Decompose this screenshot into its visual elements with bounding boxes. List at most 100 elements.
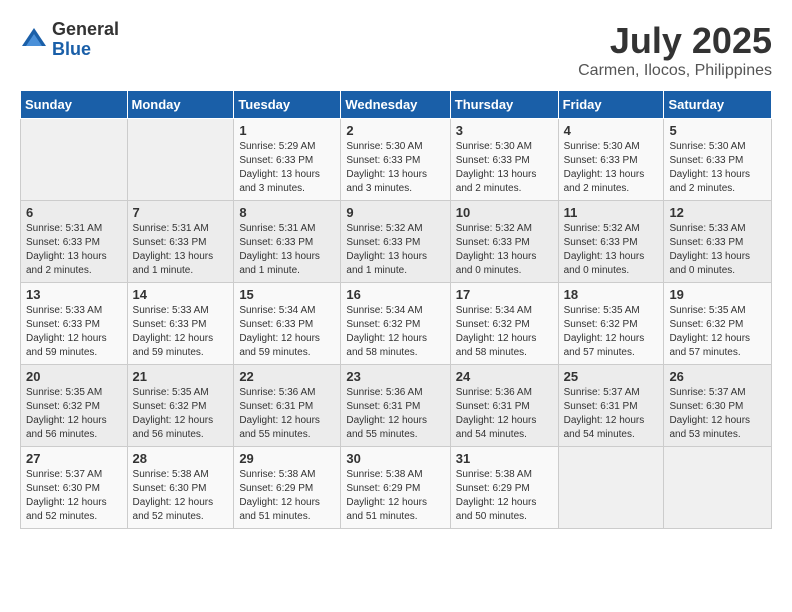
day-number: 26 [669, 369, 766, 384]
calendar-table: SundayMondayTuesdayWednesdayThursdayFrid… [20, 90, 772, 529]
day-number: 3 [456, 123, 553, 138]
calendar-cell: 12 Sunrise: 5:33 AM Sunset: 6:33 PM Dayli… [664, 201, 772, 283]
day-info: Sunrise: 5:30 AM Sunset: 6:33 PM Dayligh… [669, 140, 766, 196]
day-number: 25 [564, 369, 659, 384]
day-info: Sunrise: 5:32 AM Sunset: 6:33 PM Dayligh… [346, 222, 444, 278]
calendar-cell: 9 Sunrise: 5:32 AM Sunset: 6:33 PM Daylig… [341, 201, 450, 283]
calendar-cell: 3 Sunrise: 5:30 AM Sunset: 6:33 PM Daylig… [450, 119, 558, 201]
day-info: Sunrise: 5:34 AM Sunset: 6:32 PM Dayligh… [346, 304, 444, 360]
calendar-cell: 16 Sunrise: 5:34 AM Sunset: 6:32 PM Dayli… [341, 283, 450, 365]
day-info: Sunrise: 5:29 AM Sunset: 6:33 PM Dayligh… [239, 140, 335, 196]
day-number: 1 [239, 123, 335, 138]
day-info: Sunrise: 5:37 AM Sunset: 6:31 PM Dayligh… [564, 386, 659, 442]
calendar-cell: 28 Sunrise: 5:38 AM Sunset: 6:30 PM Dayli… [127, 447, 234, 529]
calendar-cell: 6Sunrise: 5:31 AM Sunset: 6:33 PM Daylig… [21, 201, 128, 283]
day-number: 19 [669, 287, 766, 302]
weekday-header: Friday [558, 91, 664, 119]
calendar-cell: 25 Sunrise: 5:37 AM Sunset: 6:31 PM Dayli… [558, 365, 664, 447]
day-number: 16 [346, 287, 444, 302]
calendar-cell: 17 Sunrise: 5:34 AM Sunset: 6:32 PM Dayli… [450, 283, 558, 365]
day-number: 18 [564, 287, 659, 302]
day-number: 21 [133, 369, 229, 384]
calendar-cell [21, 119, 128, 201]
day-info: Sunrise: 5:37 AM Sunset: 6:30 PM Dayligh… [669, 386, 766, 442]
logo-text: General Blue [52, 20, 119, 60]
calendar-cell: 2 Sunrise: 5:30 AM Sunset: 6:33 PM Daylig… [341, 119, 450, 201]
day-info: Sunrise: 5:32 AM Sunset: 6:33 PM Dayligh… [564, 222, 659, 278]
day-info: Sunrise: 5:35 AM Sunset: 6:32 PM Dayligh… [669, 304, 766, 360]
calendar-cell [127, 119, 234, 201]
day-info: Sunrise: 5:35 AM Sunset: 6:32 PM Dayligh… [564, 304, 659, 360]
calendar-cell: 11 Sunrise: 5:32 AM Sunset: 6:33 PM Dayli… [558, 201, 664, 283]
weekday-header: Monday [127, 91, 234, 119]
day-info: Sunrise: 5:38 AM Sunset: 6:29 PM Dayligh… [456, 468, 553, 524]
day-info: Sunrise: 5:34 AM Sunset: 6:33 PM Dayligh… [239, 304, 335, 360]
day-number: 10 [456, 205, 553, 220]
day-info: Sunrise: 5:30 AM Sunset: 6:33 PM Dayligh… [346, 140, 444, 196]
calendar-cell: 21Sunrise: 5:35 AM Sunset: 6:32 PM Dayli… [127, 365, 234, 447]
calendar-cell: 10Sunrise: 5:32 AM Sunset: 6:33 PM Dayli… [450, 201, 558, 283]
calendar-cell: 1 Sunrise: 5:29 AM Sunset: 6:33 PM Daylig… [234, 119, 341, 201]
day-number: 2 [346, 123, 444, 138]
calendar-cell: 5 Sunrise: 5:30 AM Sunset: 6:33 PM Daylig… [664, 119, 772, 201]
calendar-cell: 14 Sunrise: 5:33 AM Sunset: 6:33 PM Dayli… [127, 283, 234, 365]
calendar-week-row: 20Sunrise: 5:35 AM Sunset: 6:32 PM Dayli… [21, 365, 772, 447]
calendar-week-row: 27 Sunrise: 5:37 AM Sunset: 6:30 PM Dayli… [21, 447, 772, 529]
day-number: 15 [239, 287, 335, 302]
logo-icon [20, 26, 48, 54]
day-number: 28 [133, 451, 229, 466]
calendar-cell: 23 Sunrise: 5:36 AM Sunset: 6:31 PM Dayli… [341, 365, 450, 447]
page-header: General Blue July 2025 Carmen, Ilocos, P… [20, 20, 772, 80]
calendar-cell: 8Sunrise: 5:31 AM Sunset: 6:33 PM Daylig… [234, 201, 341, 283]
logo-blue: Blue [52, 40, 119, 60]
day-number: 8 [239, 205, 335, 220]
day-info: Sunrise: 5:34 AM Sunset: 6:32 PM Dayligh… [456, 304, 553, 360]
weekday-header: Tuesday [234, 91, 341, 119]
calendar-cell: 7 Sunrise: 5:31 AM Sunset: 6:33 PM Daylig… [127, 201, 234, 283]
day-number: 12 [669, 205, 766, 220]
day-info: Sunrise: 5:35 AM Sunset: 6:32 PM Dayligh… [26, 386, 122, 442]
calendar-cell [558, 447, 664, 529]
day-info: Sunrise: 5:30 AM Sunset: 6:33 PM Dayligh… [456, 140, 553, 196]
day-info: Sunrise: 5:31 AM Sunset: 6:33 PM Dayligh… [133, 222, 229, 278]
weekday-header: Thursday [450, 91, 558, 119]
title-block: July 2025 Carmen, Ilocos, Philippines [578, 20, 772, 80]
calendar-cell: 18 Sunrise: 5:35 AM Sunset: 6:32 PM Dayli… [558, 283, 664, 365]
day-number: 27 [26, 451, 122, 466]
day-info: Sunrise: 5:36 AM Sunset: 6:31 PM Dayligh… [346, 386, 444, 442]
weekday-header-row: SundayMondayTuesdayWednesdayThursdayFrid… [21, 91, 772, 119]
day-info: Sunrise: 5:36 AM Sunset: 6:31 PM Dayligh… [239, 386, 335, 442]
calendar-cell: 20Sunrise: 5:35 AM Sunset: 6:32 PM Dayli… [21, 365, 128, 447]
calendar-cell: 15 Sunrise: 5:34 AM Sunset: 6:33 PM Dayli… [234, 283, 341, 365]
day-number: 4 [564, 123, 659, 138]
day-info: Sunrise: 5:38 AM Sunset: 6:29 PM Dayligh… [346, 468, 444, 524]
weekday-header: Wednesday [341, 91, 450, 119]
day-number: 14 [133, 287, 229, 302]
day-number: 23 [346, 369, 444, 384]
day-info: Sunrise: 5:38 AM Sunset: 6:30 PM Dayligh… [133, 468, 229, 524]
day-info: Sunrise: 5:33 AM Sunset: 6:33 PM Dayligh… [133, 304, 229, 360]
day-number: 24 [456, 369, 553, 384]
day-number: 11 [564, 205, 659, 220]
month-title: July 2025 [578, 20, 772, 62]
calendar-cell: 22Sunrise: 5:36 AM Sunset: 6:31 PM Dayli… [234, 365, 341, 447]
day-info: Sunrise: 5:37 AM Sunset: 6:30 PM Dayligh… [26, 468, 122, 524]
day-number: 5 [669, 123, 766, 138]
day-info: Sunrise: 5:31 AM Sunset: 6:33 PM Dayligh… [26, 222, 122, 278]
calendar-week-row: 6Sunrise: 5:31 AM Sunset: 6:33 PM Daylig… [21, 201, 772, 283]
day-info: Sunrise: 5:33 AM Sunset: 6:33 PM Dayligh… [669, 222, 766, 278]
day-number: 9 [346, 205, 444, 220]
day-number: 31 [456, 451, 553, 466]
calendar-week-row: 13 Sunrise: 5:33 AM Sunset: 6:33 PM Dayli… [21, 283, 772, 365]
calendar-cell: 24Sunrise: 5:36 AM Sunset: 6:31 PM Dayli… [450, 365, 558, 447]
day-number: 30 [346, 451, 444, 466]
location-title: Carmen, Ilocos, Philippines [578, 62, 772, 80]
day-number: 17 [456, 287, 553, 302]
calendar-cell: 29Sunrise: 5:38 AM Sunset: 6:29 PM Dayli… [234, 447, 341, 529]
calendar-cell: 30 Sunrise: 5:38 AM Sunset: 6:29 PM Dayli… [341, 447, 450, 529]
logo-general: General [52, 20, 119, 40]
calendar-cell [664, 447, 772, 529]
calendar-cell: 31 Sunrise: 5:38 AM Sunset: 6:29 PM Dayli… [450, 447, 558, 529]
day-number: 7 [133, 205, 229, 220]
day-number: 13 [26, 287, 122, 302]
